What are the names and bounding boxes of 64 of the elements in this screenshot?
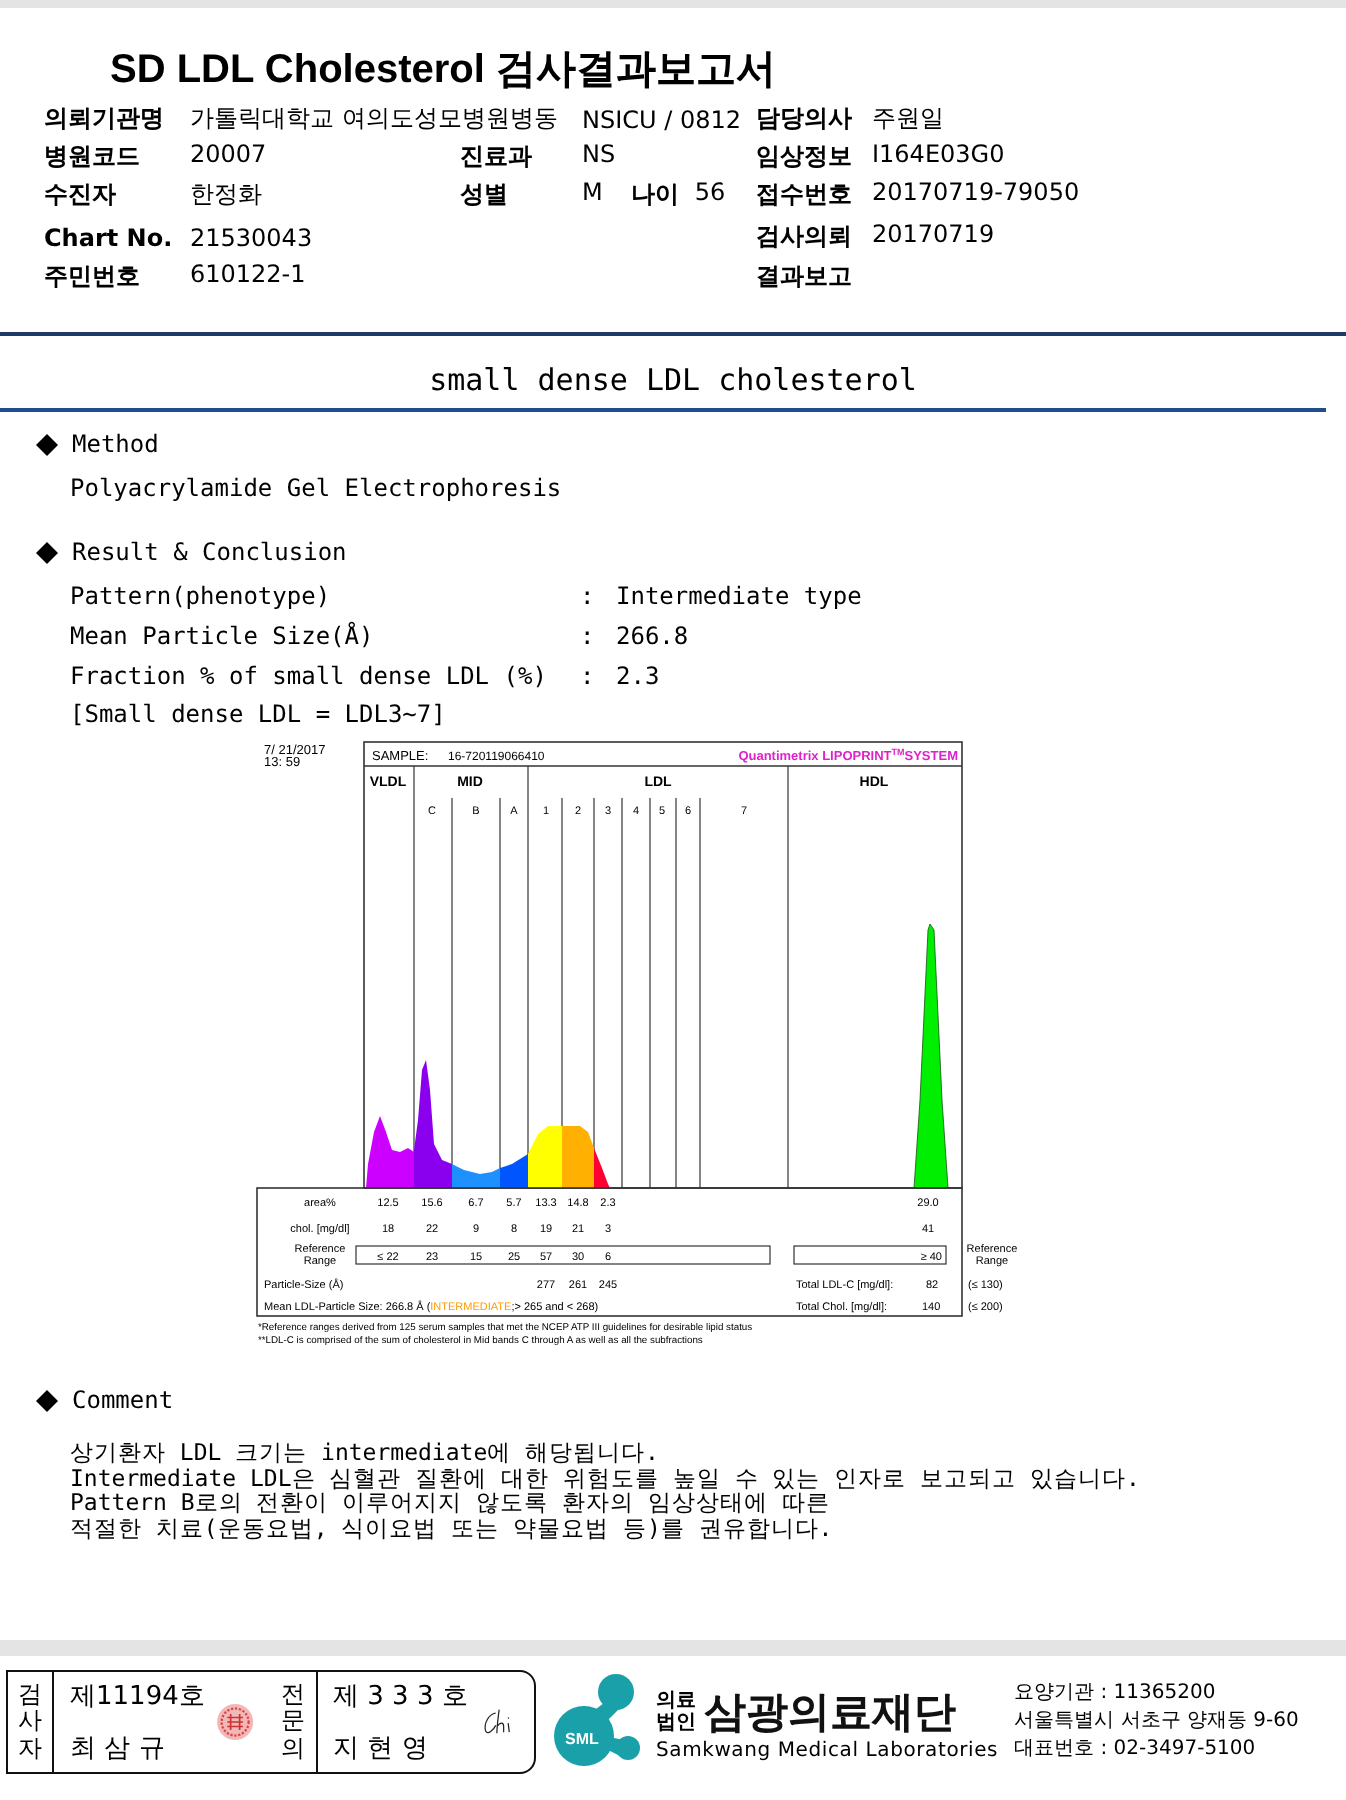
diamond-bullet-icon	[36, 541, 58, 563]
result-label: Fraction % of small dense LDL (%)	[70, 662, 549, 690]
org-type: 의료	[656, 1689, 696, 1711]
contact-line: 요양기관 : 11365200	[1014, 1680, 1218, 1708]
field-label: 진료과	[460, 140, 534, 174]
field-label: 병원코드	[44, 140, 142, 174]
role-label: 전문의	[271, 1672, 317, 1772]
result-value: 2.3	[616, 662, 660, 690]
role-label: 검사자	[8, 1672, 54, 1772]
logo-blob-icon	[554, 1674, 640, 1766]
result-note: [Small dense LDL = LDL3~7]	[70, 698, 448, 732]
field-label: 주민번호	[44, 260, 142, 294]
result-value: 266.8	[616, 622, 689, 650]
result-label: Pattern(phenotype)	[70, 582, 333, 610]
field-value: 가톨릭대학교 여의도성모병원병동	[190, 102, 558, 136]
field-value: 20170719	[872, 220, 995, 252]
section-title: small dense LDL cholesterol	[427, 362, 919, 398]
field-value: 20170719-79050	[872, 178, 1080, 210]
org-type: 법인	[656, 1711, 696, 1733]
diamond-bullet-icon	[36, 1389, 58, 1411]
field-value: I164E03G0	[872, 140, 1005, 172]
org-name: 삼광의료재단	[704, 1685, 956, 1739]
field-label: 의뢰기관명	[44, 102, 166, 136]
field-value: NS	[582, 140, 616, 172]
field-label: 접수번호	[756, 178, 854, 212]
section-heading: Result & Conclusion	[72, 538, 347, 566]
result-value: Intermediate type	[616, 582, 862, 610]
field-label: 수진자	[44, 178, 118, 212]
section-heading: Comment	[72, 1386, 174, 1414]
result-label: Mean Particle Size(Å)	[70, 622, 376, 650]
field-label: 나이	[630, 178, 679, 212]
field-label: 임상정보	[756, 140, 854, 174]
field-value: M	[582, 178, 603, 210]
contact-line: 서울특별시 서초구 양재동 9-60	[1014, 1708, 1299, 1736]
field-label: Chart No.	[44, 223, 175, 251]
report-title: SD LDL Cholesterol 검사결과보고서	[110, 46, 778, 96]
org-name-english: Samkwang Medical Laboratories	[656, 1739, 999, 1761]
diamond-bullet-icon	[36, 433, 58, 455]
field-value: 56	[694, 178, 726, 210]
signer-name: 최 삼 규	[70, 1732, 167, 1766]
field-value: 한정화	[190, 178, 262, 212]
comment-line: Pattern B로의 전환이 이루어지지 않도록 환자의 임상상태에 따른	[70, 1490, 832, 1515]
field-value: 21530043	[190, 223, 313, 251]
field-label: 성별	[460, 178, 510, 212]
colon: :	[580, 622, 597, 650]
field-value: 주원일	[872, 102, 944, 136]
field-label: 담당의사	[756, 102, 854, 136]
section-heading: Method	[72, 430, 159, 458]
field-value: 610122-1	[190, 260, 306, 292]
logo-text: SML	[565, 1730, 599, 1748]
contact-line: 대표번호 : 02-3497-5100	[1014, 1736, 1258, 1764]
method-text: Polyacrylamide Gel Electrophoresis	[70, 472, 564, 504]
comment-line: Intermediate LDL은 심혈관 질환에 대한 위험도를 높일 수 있는 인자로 보고되고 있습니다.	[70, 1465, 1142, 1490]
field-label: 결과보고	[756, 260, 854, 294]
field-value: 20007	[190, 140, 267, 172]
license-number: 제11194호	[70, 1680, 205, 1714]
colon: :	[580, 582, 597, 610]
license-number: 제 3 3 3 호	[333, 1680, 468, 1714]
comment-line: 상기환자 LDL 크기는 intermediate에 해당됩니다.	[70, 1440, 661, 1465]
colon: :	[580, 662, 597, 690]
field-value: NSICU / 0812	[582, 105, 742, 133]
field-label: 검사의뢰	[756, 220, 854, 254]
comment-line: 적절한 치료(운동요법, 식이요법 또는 약물요법 등)를 권유합니다.	[70, 1515, 835, 1540]
signer-name: 지 현 영	[333, 1732, 430, 1766]
